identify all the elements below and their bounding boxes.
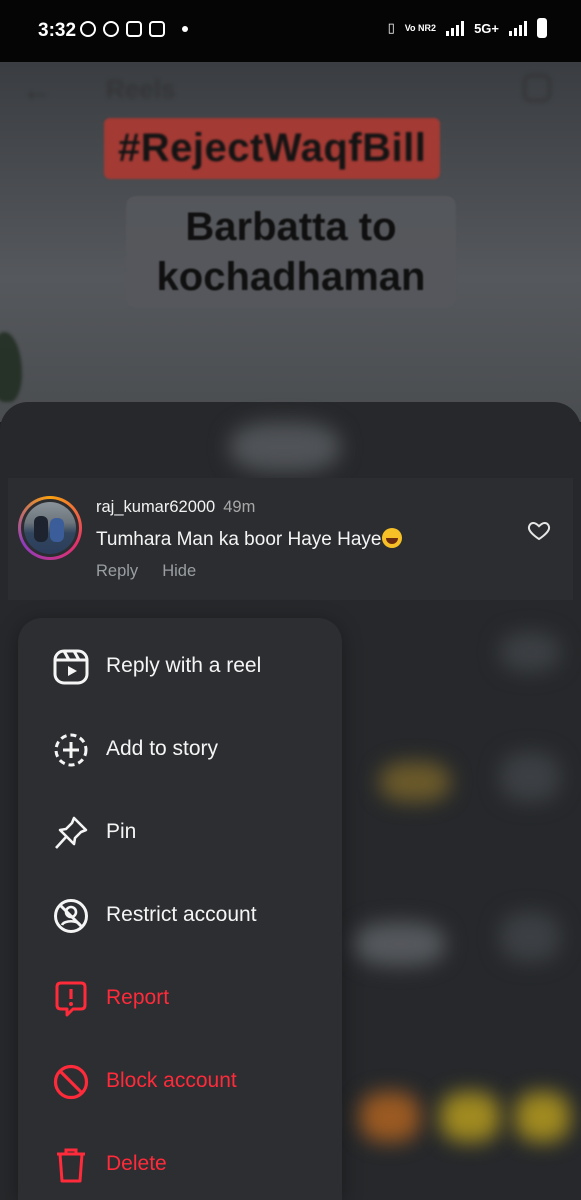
reel-icon [53, 649, 89, 685]
caption-line-1: Barbatta to [185, 205, 397, 249]
tree-silhouette [0, 332, 22, 402]
menu-item-delete[interactable]: Delete [18, 1134, 342, 1194]
volte-label: Vo NR2 [404, 22, 437, 33]
reel-hashtag: #RejectWaqfBill [104, 118, 441, 179]
battery-icon [537, 18, 547, 38]
reel-caption: Barbatta to kochadhaman [126, 196, 456, 308]
camera-icon[interactable] [523, 74, 551, 102]
menu-item-pin[interactable]: Pin [18, 802, 342, 862]
menu-item-reply-with-reel[interactable]: Reply with a reel [18, 636, 342, 696]
status-bar: 3:32 ▯ Vo NR2 5G+ [0, 0, 581, 62]
reels-title: Reels [106, 74, 176, 104]
back-arrow-icon[interactable]: ← [22, 74, 52, 108]
trash-icon [57, 1148, 85, 1183]
network-label: 5G+ [474, 20, 499, 36]
caption-line-2: kochadhaman [156, 255, 426, 299]
signal-icon [446, 20, 465, 36]
like-heart-icon[interactable] [527, 518, 551, 542]
menu-item-report[interactable]: Report [18, 968, 342, 1028]
blurred-element [500, 752, 560, 802]
reel-background: ← Reels #RejectWaqfBill Barbatta to koch… [0, 62, 581, 422]
blurred-element [500, 912, 560, 962]
comment-options-menu: Reply with a reel Add to story Pin Restr… [18, 618, 342, 1200]
menu-item-label: Block account [106, 1069, 237, 1092]
menu-item-restrict-account[interactable]: Restrict account [18, 885, 342, 945]
laughing-emoji-icon [382, 528, 403, 548]
block-icon [53, 1064, 89, 1100]
menu-item-label: Reply with a reel [106, 654, 262, 677]
status-time: 3:32 [38, 20, 77, 41]
blurred-element [500, 632, 560, 672]
whatsapp-icon [80, 21, 96, 37]
menu-item-block-account[interactable]: Block account [18, 1051, 342, 1111]
reel-header: ← Reels [0, 62, 581, 118]
avatar-story-ring[interactable] [18, 496, 82, 560]
blurred-element [360, 1092, 420, 1142]
more-notifications-dot [182, 26, 188, 32]
notification-icons [80, 21, 188, 37]
status-right: ▯ Vo NR2 5G+ [388, 18, 547, 38]
blurred-element [440, 1092, 500, 1142]
instagram-icon [126, 21, 142, 37]
blurred-element [515, 1092, 570, 1142]
menu-item-label: Report [106, 986, 170, 1009]
signal-icon-2 [509, 20, 527, 36]
menu-item-label: Delete [106, 1152, 167, 1175]
selected-comment[interactable]: raj_kumar62000 49m Tumhara Man ka boor Ha… [8, 478, 573, 600]
blurred-element [355, 922, 445, 966]
menu-item-label: Restrict account [106, 903, 257, 926]
comment-actions: Reply Hide [96, 562, 196, 581]
add-story-icon [54, 733, 88, 767]
pin-icon [55, 816, 88, 849]
instagram-icon-2 [149, 21, 165, 37]
blurred-element [380, 762, 450, 802]
comment-header: raj_kumar62000 49m [96, 498, 255, 517]
restrict-icon [54, 899, 88, 933]
reply-button[interactable]: Reply [96, 562, 138, 581]
menu-item-add-to-story[interactable]: Add to story [18, 719, 342, 779]
comment-username[interactable]: raj_kumar62000 [96, 498, 215, 516]
vibrate-icon: ▯ [387, 20, 395, 35]
report-icon [55, 981, 87, 1017]
hide-button[interactable]: Hide [162, 562, 196, 581]
menu-item-label: Pin [106, 820, 137, 843]
comment-time: 49m [223, 498, 256, 516]
blurred-handle [230, 422, 340, 472]
avatar [24, 502, 76, 554]
menu-item-label: Add to story [106, 737, 219, 760]
comment-text: Tumhara Man ka boor Haye Haye [96, 528, 403, 551]
whatsapp-business-icon [103, 21, 119, 37]
